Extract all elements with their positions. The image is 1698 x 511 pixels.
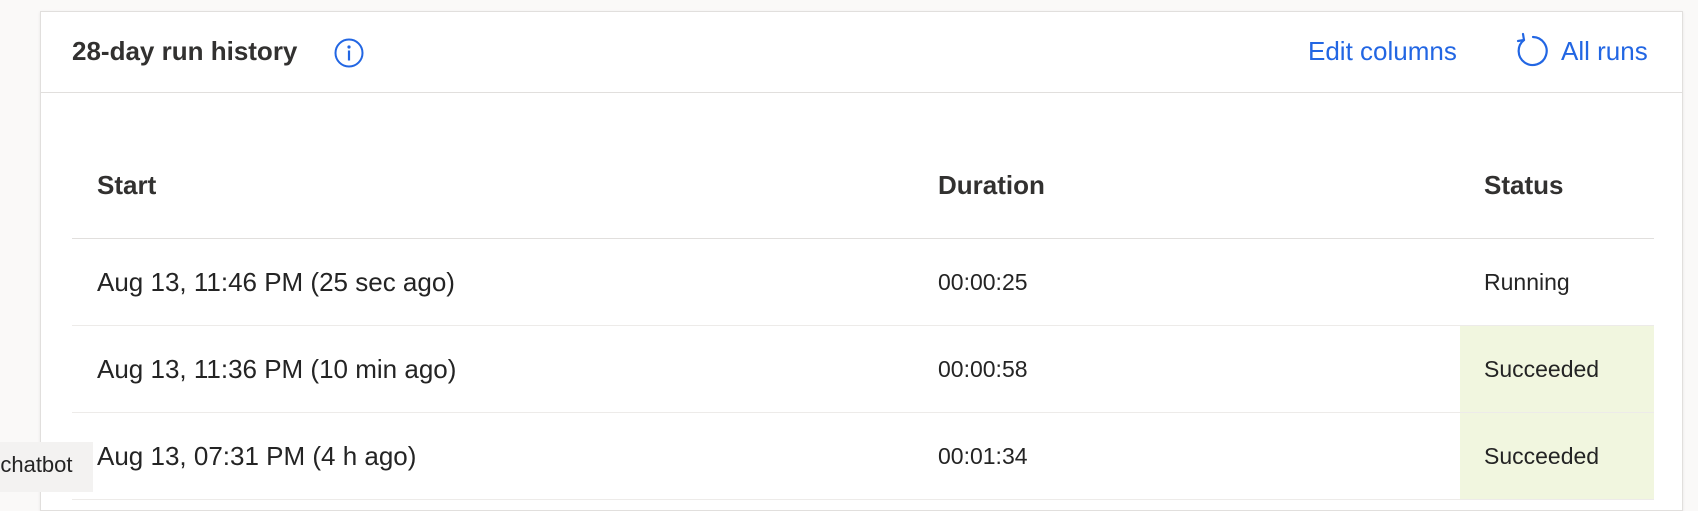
- info-icon[interactable]: [333, 37, 365, 69]
- column-header-duration[interactable]: Duration: [938, 170, 1045, 201]
- chatbot-tab-label: a chatbot: [0, 452, 73, 477]
- start-cell[interactable]: Aug 13, 07:31 PM (4 h ago): [97, 413, 416, 499]
- all-runs-button[interactable]: All runs: [1561, 36, 1648, 67]
- run-history-table: Start Duration Status Aug 13, 11:46 PM (…: [72, 122, 1654, 500]
- run-history-card: 28-day run history Edit columns All runs…: [40, 11, 1683, 511]
- refresh-icon[interactable]: [1511, 31, 1551, 71]
- start-cell[interactable]: Aug 13, 11:36 PM (10 min ago): [97, 326, 456, 412]
- status-cell: Succeeded: [1460, 326, 1654, 412]
- chatbot-side-tab[interactable]: a chatbot: [0, 442, 93, 492]
- table-header-row: Start Duration Status: [72, 122, 1654, 239]
- duration-cell: 00:00:25: [938, 269, 1028, 295]
- edit-columns-button[interactable]: Edit columns: [1308, 36, 1457, 67]
- card-title: 28-day run history: [72, 36, 298, 66]
- column-header-start[interactable]: Start: [97, 170, 156, 201]
- start-cell[interactable]: Aug 13, 11:46 PM (25 sec ago): [97, 239, 455, 325]
- status-cell: Succeeded: [1460, 413, 1654, 499]
- table-row[interactable]: Aug 13, 07:31 PM (4 h ago) 00:01:34 Succ…: [72, 413, 1654, 500]
- duration-cell: 00:01:34: [938, 443, 1028, 469]
- column-header-status[interactable]: Status: [1484, 170, 1563, 201]
- duration-cell: 00:00:58: [938, 356, 1028, 382]
- table-row[interactable]: Aug 13, 11:36 PM (10 min ago) 00:00:58 S…: [72, 326, 1654, 413]
- status-cell: Running: [1484, 269, 1570, 295]
- card-header: 28-day run history Edit columns All runs: [41, 12, 1682, 93]
- table-row[interactable]: Aug 13, 11:46 PM (25 sec ago) 00:00:25 R…: [72, 239, 1654, 326]
